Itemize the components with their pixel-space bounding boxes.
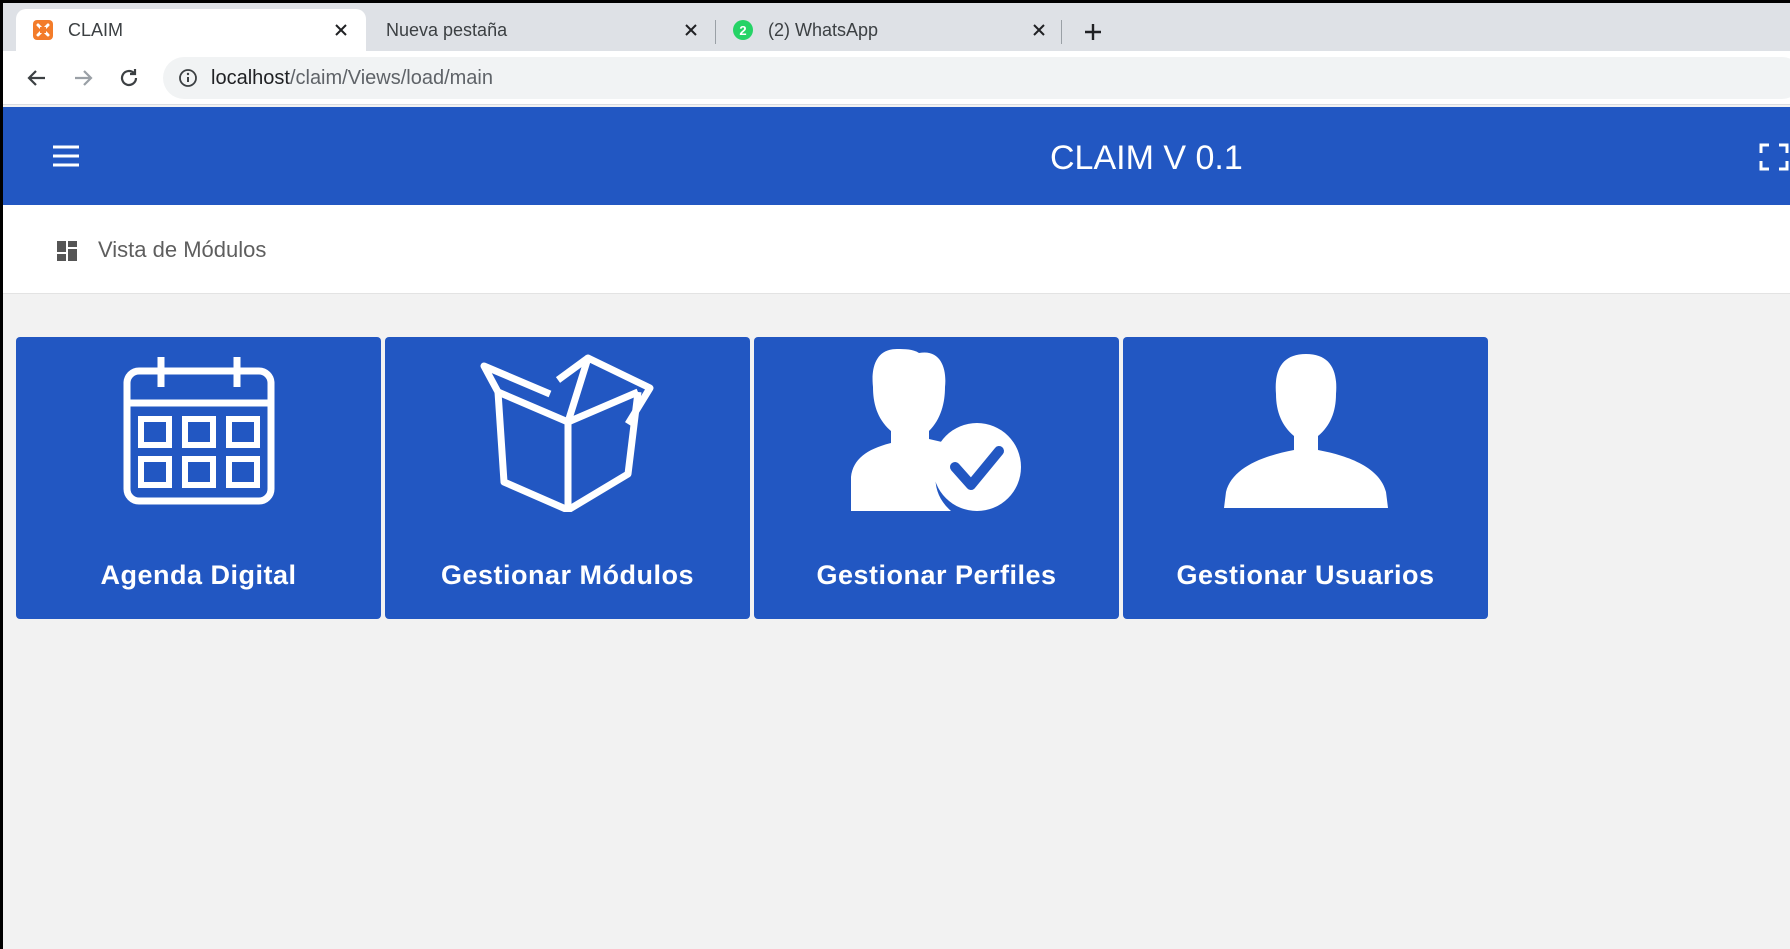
tab-separator: [1061, 20, 1062, 44]
module-label: Gestionar Perfiles: [816, 560, 1057, 590]
tab-title: Nueva pestaña: [386, 19, 508, 40]
user-icon: [1123, 347, 1488, 517]
url-text: localhost/claim/Views/load/main: [211, 67, 493, 90]
module-card-agenda-digital[interactable]: Agenda Digital: [16, 337, 381, 619]
module-card-gestionar-perfiles[interactable]: Gestionar Perfiles: [754, 337, 1119, 619]
back-button[interactable]: [21, 62, 53, 94]
module-card-gestionar-usuarios[interactable]: Gestionar Usuarios: [1123, 337, 1488, 619]
xampp-icon: [32, 19, 54, 41]
close-tab-icon[interactable]: [1028, 19, 1050, 41]
browser-viewport: CLAIM Nueva pestaña 2 (2) WhatsApp local…: [3, 3, 1790, 949]
tab-claim[interactable]: CLAIM: [16, 9, 366, 51]
tab-whatsapp[interactable]: 2 (2) WhatsApp: [716, 9, 1064, 51]
url-path: /claim/Views/load/main: [289, 66, 493, 89]
module-label: Gestionar Módulos: [440, 560, 695, 590]
close-tab-icon[interactable]: [330, 19, 352, 41]
reload-icon: [120, 69, 138, 87]
tab-nueva-pestana[interactable]: Nueva pestaña: [366, 9, 716, 51]
url-host: localhost: [211, 66, 290, 89]
arrow-right-icon: [75, 70, 93, 86]
breadcrumb-label: Vista de Módulos: [98, 237, 267, 262]
info-icon[interactable]: [177, 67, 199, 89]
forward-button[interactable]: [67, 62, 99, 94]
new-tab-button[interactable]: [1078, 17, 1108, 47]
module-label: Agenda Digital: [100, 560, 297, 590]
dashboard-icon: [56, 240, 78, 262]
fullscreen-icon[interactable]: [1759, 143, 1789, 171]
tab-title: CLAIM: [68, 19, 124, 40]
notification-badge: 2: [739, 22, 747, 38]
app-title: CLAIM V 0.1: [1050, 139, 1243, 177]
tab-strip: CLAIM Nueva pestaña 2 (2) WhatsApp: [3, 3, 1790, 51]
module-label: Gestionar Usuarios: [1176, 560, 1435, 590]
reload-button[interactable]: [113, 62, 145, 94]
breadcrumb: Vista de Módulos: [3, 205, 1790, 294]
app-header: CLAIM V 0.1: [3, 107, 1790, 205]
module-card-gestionar-modulos[interactable]: Gestionar Módulos: [385, 337, 750, 619]
menu-icon[interactable]: [51, 143, 81, 169]
calendar-icon: [16, 347, 381, 517]
arrow-left-icon: [27, 70, 45, 86]
whatsapp-icon: 2: [732, 19, 754, 41]
open-box-icon: [385, 347, 750, 517]
address-bar[interactable]: localhost/claim/Views/load/main: [163, 57, 1790, 99]
user-check-icon: [754, 347, 1119, 517]
browser-toolbar: localhost/claim/Views/load/main: [3, 51, 1790, 105]
close-tab-icon[interactable]: [680, 19, 702, 41]
tab-title: (2) WhatsApp: [768, 19, 879, 40]
plus-icon: [1085, 24, 1101, 40]
